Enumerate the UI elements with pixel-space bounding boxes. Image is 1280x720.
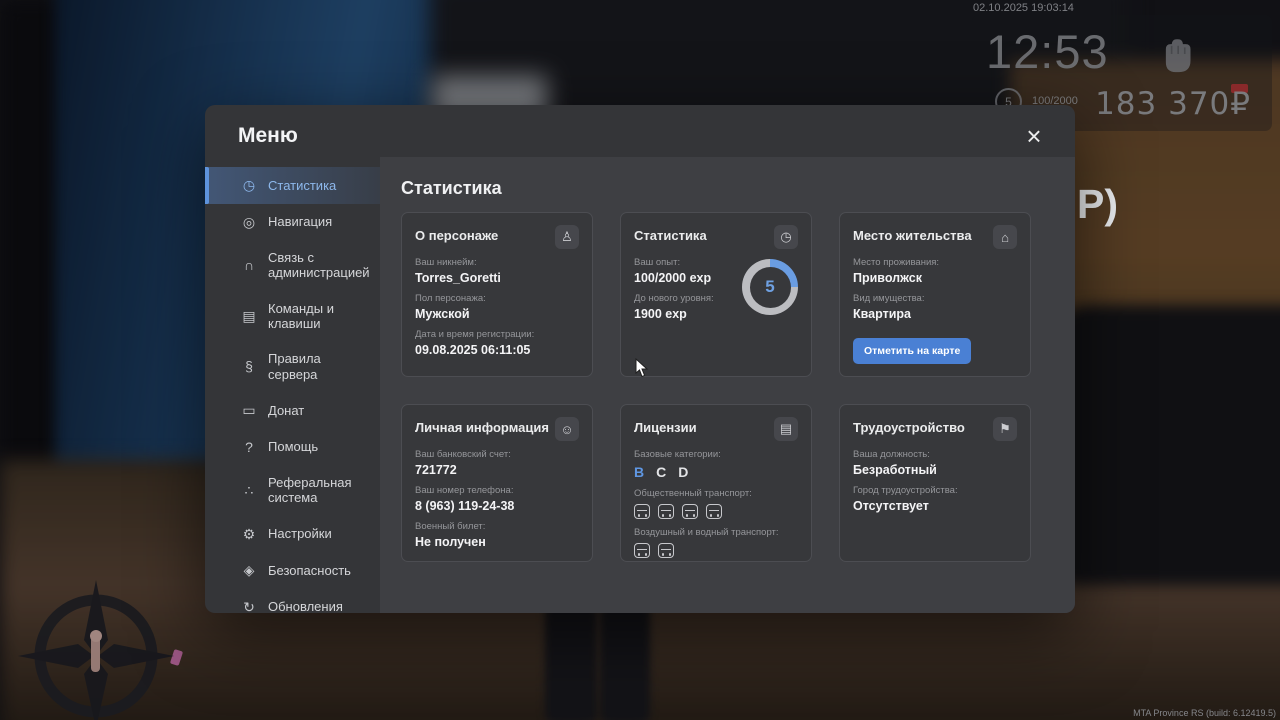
field-value: Мужской — [415, 307, 579, 321]
sidebar-item-7[interactable]: ? Помощь — [205, 429, 380, 466]
public-transport-icon — [658, 504, 674, 519]
sidebar: ◷ Статистика ◎ Навигация ∩ Связь с администра… — [205, 167, 380, 625]
background-text-fragment: Р) — [1077, 181, 1118, 228]
card-licenses: Лицензии ▤ Базовые категории: BCD Общественн… — [620, 404, 812, 562]
sidebar-item-9[interactable]: ⚙ Настройки — [205, 516, 380, 553]
air-water-transport-icon — [658, 543, 674, 558]
card-title: Трудоустройство — [853, 417, 965, 435]
referral-icon: ∴ — [241, 482, 257, 499]
card-title: Личная информация — [415, 417, 549, 435]
sidebar-item-label: Навигация — [268, 214, 332, 229]
clock-icon: ◷ — [241, 177, 257, 194]
sidebar-item-11[interactable]: ↻ Обновления — [205, 589, 380, 626]
air-water-transport-icon — [634, 543, 650, 558]
field-value: Torres_Goretti — [415, 271, 579, 285]
mark-on-map-button[interactable]: Отметить на карте — [853, 338, 971, 364]
keyboard-icon: ▤ — [241, 308, 257, 325]
sidebar-item-label: Настройки — [268, 526, 332, 541]
mouse-cursor — [635, 358, 649, 378]
field-label: Воздушный и водный транспорт: — [634, 527, 798, 538]
field-label: Ваш банковский счет: — [415, 449, 579, 460]
close-icon[interactable]: × — [1019, 121, 1049, 151]
license-category-D: D — [678, 464, 688, 480]
build-info: MTA Province RS (build: 6.12419.5) — [1133, 708, 1276, 718]
sidebar-item-label: Связь с администрацией — [268, 250, 372, 281]
compass-icon: ◎ — [241, 214, 257, 231]
sidebar-item-5[interactable]: § Правила сервера — [205, 341, 380, 392]
card-employment: Трудоустройство ⚑ Ваша должность: Безработн… — [839, 404, 1031, 562]
work-icon: ⚑ — [993, 417, 1017, 441]
field-value: 721772 — [415, 463, 579, 477]
sidebar-item-2[interactable]: ◎ Навигация — [205, 204, 380, 241]
license-card-icon: ▤ — [774, 417, 798, 441]
field-label: Вид имущества: — [853, 293, 1017, 304]
sidebar-item-label: Статистика — [268, 178, 336, 193]
field-value: Квартира — [853, 307, 1017, 321]
public-transport-icon — [682, 504, 698, 519]
content-title: Статистика — [401, 178, 1054, 199]
public-transport-icon-row — [634, 504, 798, 519]
field-label: Место проживания: — [853, 257, 1017, 268]
field-value: 8 (963) 119-24-38 — [415, 499, 579, 513]
card-title: О персонаже — [415, 225, 498, 243]
clock-icon: ◷ — [774, 225, 798, 249]
sidebar-item-label: Правила сервера — [268, 351, 372, 382]
sidebar-item-label: Помощь — [268, 439, 318, 454]
field-value: Отсутствует — [853, 499, 1017, 513]
sidebar-item-6[interactable]: ▭ Донат — [205, 392, 380, 429]
field-value: Приволжск — [853, 271, 1017, 285]
field-label: Базовые категории: — [634, 449, 798, 460]
field-label: Ваш номер телефона: — [415, 485, 579, 496]
level-progress-ring: 5 — [742, 259, 798, 315]
card-character: О персонаже ♙ Ваш никнейм: Torres_Goretti По… — [401, 212, 593, 377]
field-label: Военный билет: — [415, 521, 579, 532]
gear-icon: ⚙ — [241, 526, 257, 543]
level-number: 5 — [750, 267, 791, 308]
sidebar-item-4[interactable]: ▤ Команды и клавиши — [205, 291, 380, 342]
field-value: 09.08.2025 06:11:05 — [415, 343, 579, 357]
person-circle-icon: ☺ — [555, 417, 579, 441]
sidebar-item-1[interactable]: ◷ Статистика — [205, 167, 380, 204]
card-residence: Место жительства ⌂ Место проживания: Привол… — [839, 212, 1031, 377]
sidebar-item-label: Обновления — [268, 599, 343, 614]
field-label: Общественный транспорт: — [634, 488, 798, 499]
sidebar-item-label: Реферальная система — [268, 475, 372, 506]
license-category-C: C — [656, 464, 666, 480]
donate-card-icon: ▭ — [241, 402, 257, 419]
shield-icon: ◈ — [241, 562, 257, 579]
public-transport-icon — [634, 504, 650, 519]
content-panel: Статистика О персонаже ♙ Ваш никнейм: Torre… — [380, 157, 1075, 613]
license-categories: BCD — [634, 464, 798, 480]
sidebar-item-label: Команды и клавиши — [268, 301, 372, 332]
field-label: Пол персонажа: — [415, 293, 579, 304]
scales-icon: § — [241, 358, 257, 375]
cards-grid: О персонаже ♙ Ваш никнейм: Torres_Goretti По… — [401, 212, 1054, 562]
sidebar-item-3[interactable]: ∩ Связь с администрацией — [205, 240, 380, 291]
field-label: Ваш никнейм: — [415, 257, 579, 268]
sidebar-item-8[interactable]: ∴ Реферальная система — [205, 465, 380, 516]
license-category-B: B — [634, 464, 644, 480]
field-value: Безработный — [853, 463, 1017, 477]
card-title: Место жительства — [853, 225, 972, 243]
card-title: Статистика — [634, 225, 707, 243]
card-stats: Статистика◷Ваш опыт:100/2000 expДо новог… — [620, 212, 812, 377]
field-label: Ваша должность: — [853, 449, 1017, 460]
house-icon: ⌂ — [993, 225, 1017, 249]
headset-icon: ∩ — [241, 257, 257, 274]
help-tag-icon: ? — [241, 439, 257, 456]
card-title: Лицензии — [634, 417, 697, 435]
sidebar-item-label: Донат — [268, 403, 304, 418]
field-label: Дата и время регистрации: — [415, 329, 579, 340]
air-water-transport-icon-row — [634, 543, 798, 558]
field-value: Не получен — [415, 535, 579, 549]
sidebar-item-10[interactable]: ◈ Безопасность — [205, 552, 380, 589]
sidebar-item-label: Безопасность — [268, 563, 351, 578]
person-icon: ♙ — [555, 225, 579, 249]
refresh-icon: ↻ — [241, 599, 257, 616]
menu-title: Меню — [238, 124, 298, 148]
card-personal: Личная информация ☺ Ваш банковский счет: 72… — [401, 404, 593, 562]
field-label: Город трудоустройства: — [853, 485, 1017, 496]
public-transport-icon — [706, 504, 722, 519]
